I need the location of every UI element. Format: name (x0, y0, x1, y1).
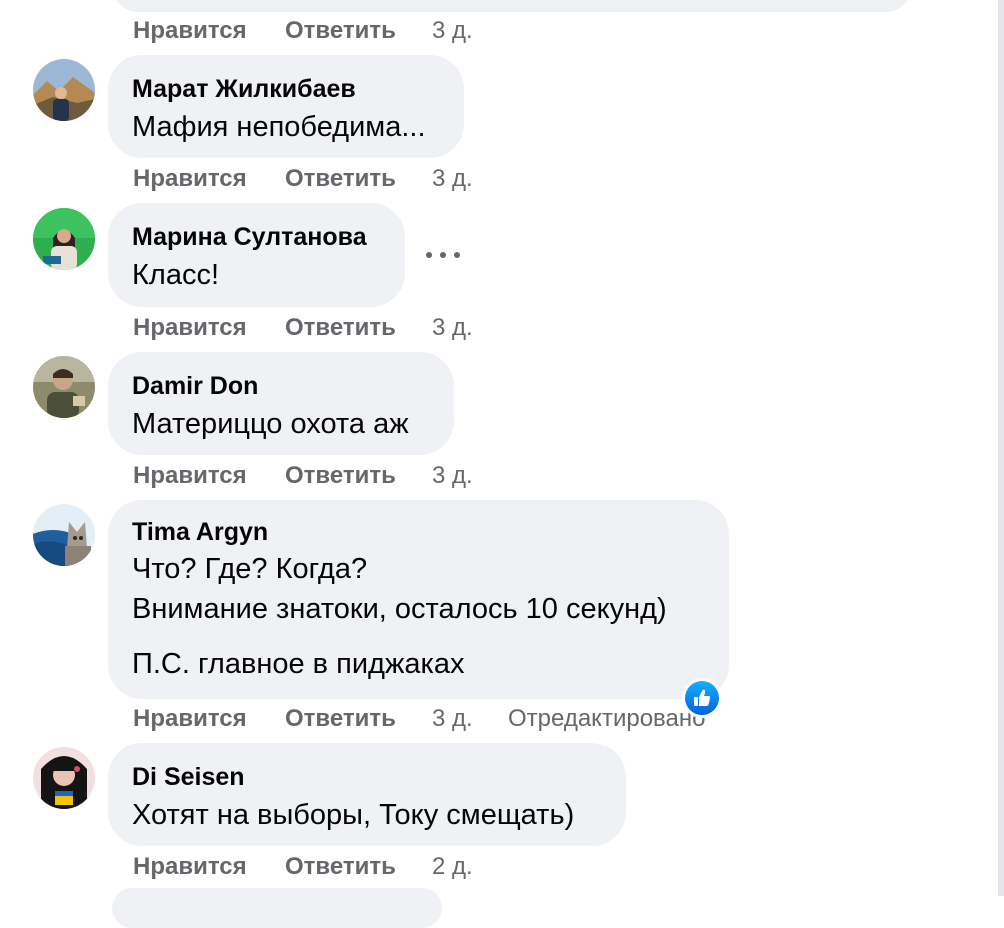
comment-text: Класс! (132, 259, 219, 291)
reply-button[interactable]: Ответить (285, 17, 396, 45)
comment-text: Материццо охота аж (132, 408, 409, 440)
comment-author[interactable]: Tima Argyn (132, 518, 268, 547)
comment-text: Что? Где? Когда? (132, 553, 368, 585)
comment-time[interactable]: 3 д. (432, 314, 473, 342)
avatar[interactable] (33, 208, 95, 270)
like-button[interactable]: Нравится (133, 17, 247, 45)
next-comment-bubble (112, 888, 442, 928)
comment-time[interactable]: 3 д. (432, 462, 473, 490)
reply-button[interactable]: Ответить (285, 705, 396, 733)
like-button[interactable]: Нравится (133, 853, 247, 881)
like-button[interactable]: Нравится (133, 165, 247, 193)
comment-bubble: Damir Don Материццо охота аж (108, 352, 454, 455)
like-button[interactable]: Нравится (133, 314, 247, 342)
like-button[interactable]: Нравится (133, 705, 247, 733)
scrollbar-track[interactable] (998, 0, 1004, 896)
comment-text: Мафия непобедима... (132, 111, 426, 143)
comment-time[interactable]: 3 д. (432, 17, 473, 45)
comment-bubble: Tima Argyn Что? Где? Когда? Внимание зна… (108, 500, 729, 699)
comment-text: Внимание знатоки, осталось 10 секунд) (132, 593, 667, 625)
avatar[interactable] (33, 356, 95, 418)
comment-time[interactable]: 3 д. (432, 165, 473, 193)
comment-time[interactable]: 3 д. (432, 705, 473, 733)
edited-label[interactable]: Отредактировано (508, 705, 705, 733)
comment-author[interactable]: Марат Жилкибаев (132, 75, 356, 104)
reply-button[interactable]: Ответить (285, 853, 396, 881)
like-button[interactable]: Нравится (133, 462, 247, 490)
comment-bubble: Марат Жилкибаев Мафия непобедима... (108, 55, 464, 158)
comment-text: П.С. главное в пиджаках (132, 648, 465, 680)
reply-button[interactable]: Ответить (285, 462, 396, 490)
comment-author[interactable]: Di Seisen (132, 763, 245, 792)
comment-bubble: Di Seisen Хотят на выборы, Току смещать) (108, 743, 626, 846)
avatar[interactable] (33, 504, 95, 566)
more-horizontal-icon[interactable] (426, 245, 460, 265)
previous-comment-bubble (112, 0, 912, 12)
comment-author[interactable]: Damir Don (132, 372, 258, 401)
comment-author[interactable]: Марина Султанова (132, 223, 367, 252)
like-reaction-icon[interactable] (682, 678, 722, 718)
comment-time[interactable]: 2 д. (432, 853, 473, 881)
comment-bubble: Марина Султанова Класс! (108, 203, 405, 307)
comment-text: Хотят на выборы, Току смещать) (132, 799, 575, 831)
reply-button[interactable]: Ответить (285, 165, 396, 193)
reply-button[interactable]: Ответить (285, 314, 396, 342)
avatar[interactable] (33, 747, 95, 809)
avatar[interactable] (33, 59, 95, 121)
